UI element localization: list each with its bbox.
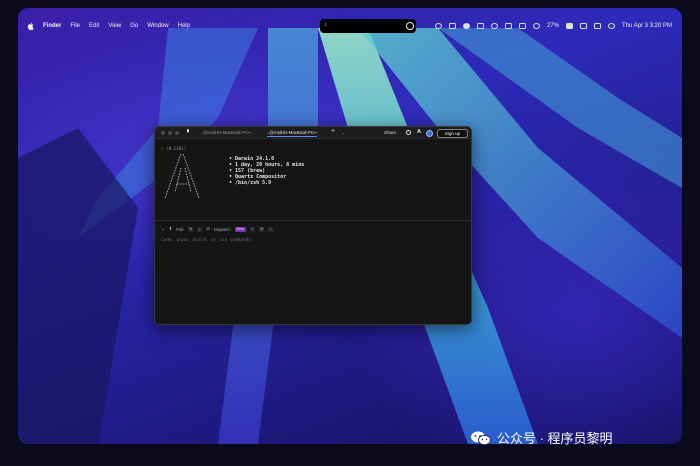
tab-1[interactable]: ..@Andrés-MacBook-Pro~ <box>201 129 251 137</box>
wechat-icon <box>471 431 491 445</box>
panel-icon[interactable]: ▘ <box>187 130 191 136</box>
notch: ♪ <box>320 19 416 33</box>
menu-file[interactable]: File <box>70 23 80 29</box>
apple-icon[interactable] <box>27 22 34 30</box>
pair-icon[interactable]: ⬆ <box>169 226 173 232</box>
dispatch-mode-button[interactable]: Dispatch <box>214 227 231 232</box>
input-mode-bar: ⌄ ⬆ Pair ⌘ I ⊘ Dispatch Beta ⇧ ⌘ I <box>161 226 274 232</box>
dispatch-icon[interactable]: ⊘ <box>206 226 210 232</box>
menu-finder[interactable]: Finder <box>43 23 61 29</box>
status-icon-4[interactable] <box>476 23 484 29</box>
menu-bar: Finder File Edit View Go Window Help ♪ 2… <box>18 18 682 34</box>
shortcut-key-i-2: I <box>268 226 274 232</box>
desktop: Finder File Edit View Go Window Help ♪ 2… <box>0 0 700 466</box>
ascii-logo <box>164 153 200 199</box>
close-button[interactable] <box>161 131 165 135</box>
control-center-icon[interactable] <box>593 23 601 29</box>
system-info: Darwin 24.1.0 1 day, 20 hours, 6 mins 15… <box>229 156 304 186</box>
shortcut-key-i: I <box>197 226 203 232</box>
shortcut-key-shift: ⇧ <box>250 226 255 232</box>
battery-percent: 27% <box>546 23 559 29</box>
watermark-text: 公众号 · 程序员黎明 <box>497 431 613 446</box>
command-input[interactable]: Code, plan, build, or run commands <box>161 238 251 243</box>
status-icon-3[interactable] <box>462 23 470 29</box>
shell: /bin/zsh 5.9 <box>229 180 304 186</box>
sign-up-button[interactable]: Sign up <box>437 128 468 138</box>
title-bar: ▘ ..@Andrés-MacBook-Pro~ ..@Andrés-MacBo… <box>155 127 471 139</box>
pair-mode-button[interactable]: Pair <box>176 227 184 232</box>
new-tab-button[interactable]: + <box>331 128 335 135</box>
siri-ring-icon[interactable] <box>406 22 414 30</box>
menu-help[interactable]: Help <box>178 23 190 29</box>
share-button[interactable]: Share <box>384 130 396 135</box>
status-icon-1[interactable] <box>434 23 442 29</box>
collapse-icon[interactable]: ⌄ <box>161 226 165 232</box>
status-icon-5[interactable] <box>490 23 498 29</box>
status-icon-2[interactable] <box>448 23 456 29</box>
wifi-icon[interactable] <box>579 23 587 29</box>
status-icon-7[interactable] <box>518 23 526 29</box>
search-icon[interactable] <box>406 130 411 135</box>
status-icon-6[interactable] <box>504 23 512 29</box>
menu-window[interactable]: Window <box>147 23 168 29</box>
avatar[interactable] <box>426 129 433 137</box>
status-icon-8[interactable] <box>532 23 540 29</box>
zoom-button[interactable] <box>175 131 179 135</box>
datetime[interactable]: Thu Apr 3 3:20 PM <box>622 23 672 29</box>
tab-2[interactable]: ..@Andrés-MacBook-Pro~ <box>267 129 318 137</box>
siri-icon[interactable] <box>607 23 615 29</box>
chevron-down-icon[interactable]: ⌄ <box>341 130 345 136</box>
font-icon[interactable]: A <box>417 129 421 135</box>
shortcut-key-cmd: ⌘ <box>187 226 194 232</box>
menu-go[interactable]: Go <box>130 23 138 29</box>
terminal-body[interactable]: ~ (0.136s) Darwin 24.1.0 1 day, 20 hours… <box>155 140 471 324</box>
beta-badge: Beta <box>234 226 246 232</box>
music-icon[interactable]: ♪ <box>324 22 327 28</box>
terminal-window: ▘ ..@Andrés-MacBook-Pro~ ..@Andrés-MacBo… <box>154 126 472 325</box>
watermark: 公众号 · 程序员黎明 <box>470 428 613 447</box>
minimize-button[interactable] <box>168 131 172 135</box>
menu-edit[interactable]: Edit <box>89 23 99 29</box>
divider <box>155 220 471 221</box>
shortcut-key-cmd-2: ⌘ <box>259 226 265 232</box>
battery-icon[interactable] <box>565 23 573 29</box>
menu-view[interactable]: View <box>108 23 121 29</box>
command-timing: ~ (0.136s) <box>161 146 187 151</box>
